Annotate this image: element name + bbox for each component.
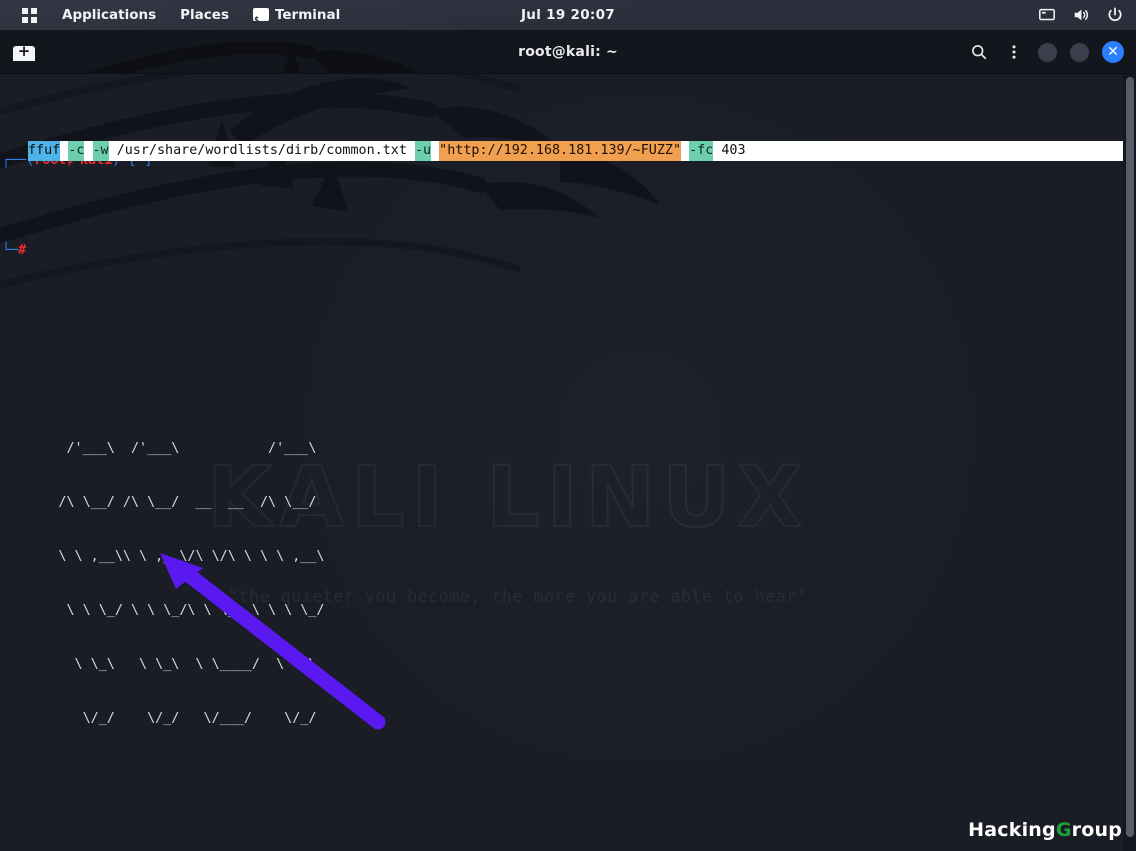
fc-value-token: 403 [721,143,746,158]
close-button[interactable]: ✕ [1102,41,1124,63]
ffuf-ascii-banner: /'___\ /'___\ /'___\ /\ \__/ /\ \__/ __ … [2,404,1136,764]
menu-button[interactable] [1003,41,1025,63]
shell-prompt-line-bottom: └─# [2,242,1136,260]
window-titlebar: root@kali: ~ ✕ [0,30,1136,74]
volume-icon[interactable] [1072,6,1090,24]
search-button[interactable] [968,41,990,63]
target-url-token: "http://192.168.181.139/~FUZZ" [439,141,682,161]
search-icon [972,45,987,60]
panel-clock[interactable]: Jul 19 20:07 [0,7,1136,23]
minimize-button[interactable] [1038,42,1057,62]
command-name-token: ffuf [28,141,61,161]
wordlist-path-token: /usr/share/wordlists/dirb/common.txt [116,143,407,158]
titlebar-controls: ✕ [968,30,1124,73]
banner-line: /\ \__/ /\ \__/ __ __ /\ \__/ [2,495,373,510]
window-title: root@kali: ~ [518,44,618,60]
display-icon[interactable] [1038,6,1056,24]
terminal-window: root@kali: ~ ✕ KALI LINUX "the quieter y [0,30,1136,851]
flag-fc-token: -fc [689,141,714,161]
terminal-output-area[interactable]: ┌──(root㍗kali)-[~] └─# /'___\ /'___\ /'_… [0,74,1136,851]
banner-line: /'___\ /'___\ /'___\ [2,441,373,456]
prompt-sigil: # [18,243,27,258]
banner-line: \ \_\ \ \_\ \ \____/ \ \_\ [2,657,373,672]
banner-line: \ \ ,__\\ \ ,__\/\ \/\ \ \ \ ,__\ [2,549,373,564]
maximize-button[interactable] [1070,42,1089,62]
watermark-part-3: roup [1071,819,1122,841]
power-icon[interactable] [1106,6,1124,24]
prompt-connector-bottom: └─ [2,243,19,258]
hacking-group-watermark: HackingGroup [968,819,1122,841]
flag-w-token: -w [92,141,109,161]
panel-system-tray [1038,6,1124,24]
new-tab-icon [13,42,35,61]
banner-line: \/_/ \/_/ \/___/ \/_/ [2,711,373,726]
terminal-scrollbar[interactable] [1123,74,1136,851]
watermark-part-1: Hacking [968,819,1056,841]
banner-line: \ \ \_/ \ \ \_/\ \ \_\ \ \ \ \_/ [2,603,373,618]
new-tab-button[interactable] [13,42,35,61]
prompt-connector: ┌── [2,153,27,168]
desktop-top-panel: Applications Places Terminal Jul 19 20:0… [0,0,1136,36]
scrollbar-thumb[interactable] [1126,77,1134,837]
kebab-menu-icon [1012,45,1016,59]
command-input-line[interactable]: ffuf -c -w /usr/share/wordlists/dirb/com… [28,141,1126,161]
watermark-part-2: G [1055,819,1072,841]
flag-u-token: -u [414,141,432,161]
flag-c-token: -c [68,141,85,161]
